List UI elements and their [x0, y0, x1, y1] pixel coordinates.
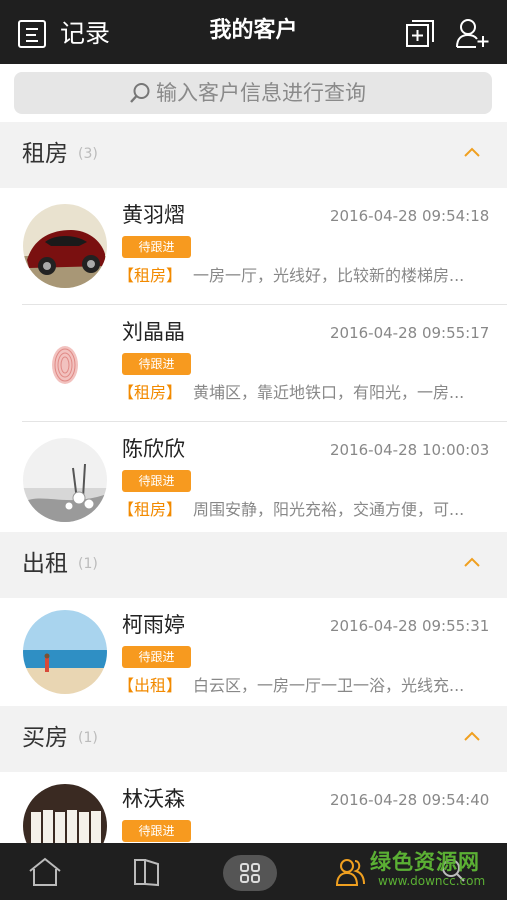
- status-badge: 待跟进: [122, 646, 191, 668]
- status-badge: 待跟进: [122, 353, 191, 375]
- section-title: 出租: [22, 551, 68, 577]
- tab-home[interactable]: [0, 843, 100, 900]
- customer-description: 黄埔区，靠近地铁口，有阳光，一房...: [193, 383, 465, 402]
- tab-listings[interactable]: [100, 843, 200, 900]
- section-title: 租房: [22, 141, 68, 167]
- grid-icon: [240, 863, 260, 883]
- section-count: (1): [78, 730, 98, 746]
- customer-name: 黄羽熠: [122, 203, 185, 227]
- category-tag: 【租房】: [118, 500, 183, 519]
- search-icon: [130, 83, 150, 103]
- search-input[interactable]: 输入客户信息进行查询: [14, 72, 492, 114]
- add-user-icon[interactable]: [456, 18, 490, 48]
- customer-name: 林沃森: [122, 787, 185, 811]
- chevron-up-icon[interactable]: [463, 146, 481, 158]
- avatar: [23, 204, 107, 288]
- category-tag: 【出租】: [118, 676, 183, 695]
- customer-row[interactable]: 黄羽熠 2016-04-28 09:54:18 待跟进 【租房】 一房一厅，光线…: [0, 188, 507, 305]
- add-icon[interactable]: [406, 20, 434, 48]
- search-area: 输入客户信息进行查询: [0, 64, 507, 122]
- customer-name: 刘晶晶: [122, 320, 185, 344]
- customer-description: 白云区，一房一厅一卫一浴，光线充...: [193, 676, 465, 695]
- section-title: 买房: [22, 725, 68, 751]
- section-count: (1): [78, 556, 98, 572]
- status-badge: 待跟进: [122, 820, 191, 842]
- customer-time: 2016-04-28 09:54:18: [330, 207, 490, 225]
- chevron-up-icon[interactable]: [463, 556, 481, 568]
- customer-row[interactable]: 刘晶晶 2016-04-28 09:55:17 待跟进 【租房】 黄埔区，靠近地…: [0, 305, 507, 422]
- avatar: [23, 321, 107, 405]
- section-header-rent[interactable]: 租房 (3): [0, 122, 507, 188]
- section-header-lease[interactable]: 出租 (1): [0, 532, 507, 598]
- avatar: [23, 438, 107, 522]
- customer-row[interactable]: 林沃森 2016-04-28 09:54:40 待跟进: [0, 772, 507, 843]
- category-tag: 【租房】: [118, 266, 183, 285]
- category-tag: 【租房】: [118, 383, 183, 402]
- watermark-url: www.downcc.com: [378, 874, 486, 888]
- customer-description: 周围安静，阳光充裕，交通方便，可...: [193, 500, 465, 519]
- customer-description: 一房一厅，光线好，比较新的楼梯房...: [193, 266, 465, 285]
- avatar: [23, 610, 107, 694]
- status-badge: 待跟进: [122, 470, 191, 492]
- section-count: (3): [78, 146, 98, 162]
- chevron-up-icon[interactable]: [463, 730, 481, 742]
- tab-center[interactable]: [223, 855, 277, 891]
- status-badge: 待跟进: [122, 236, 191, 258]
- search-placeholder: 输入客户信息进行查询: [156, 81, 366, 105]
- customer-time: 2016-04-28 09:55:17: [330, 324, 490, 342]
- customer-time: 2016-04-28 09:55:31: [330, 617, 490, 635]
- contacts-icon: [336, 859, 365, 886]
- watermark-title: 绿色资源网: [370, 850, 480, 874]
- customer-row[interactable]: 陈欣欣 2016-04-28 10:00:03 待跟进 【租房】 周围安静，阳光…: [0, 422, 507, 532]
- top-bar: 记录 我的客户: [0, 0, 507, 64]
- customer-row[interactable]: 柯雨婷 2016-04-28 09:55:31 待跟进 【出租】 白云区，一房一…: [0, 598, 507, 706]
- customer-time: 2016-04-28 10:00:03: [330, 441, 490, 459]
- customer-time: 2016-04-28 09:54:40: [330, 791, 490, 809]
- section-header-buy[interactable]: 买房 (1): [0, 706, 507, 772]
- home-icon: [29, 857, 61, 886]
- avatar: [23, 784, 107, 843]
- book-icon: [134, 859, 159, 887]
- watermark: 绿色资源网 www.downcc.com: [370, 850, 485, 888]
- customer-name: 柯雨婷: [122, 613, 185, 637]
- customer-name: 陈欣欣: [122, 437, 185, 461]
